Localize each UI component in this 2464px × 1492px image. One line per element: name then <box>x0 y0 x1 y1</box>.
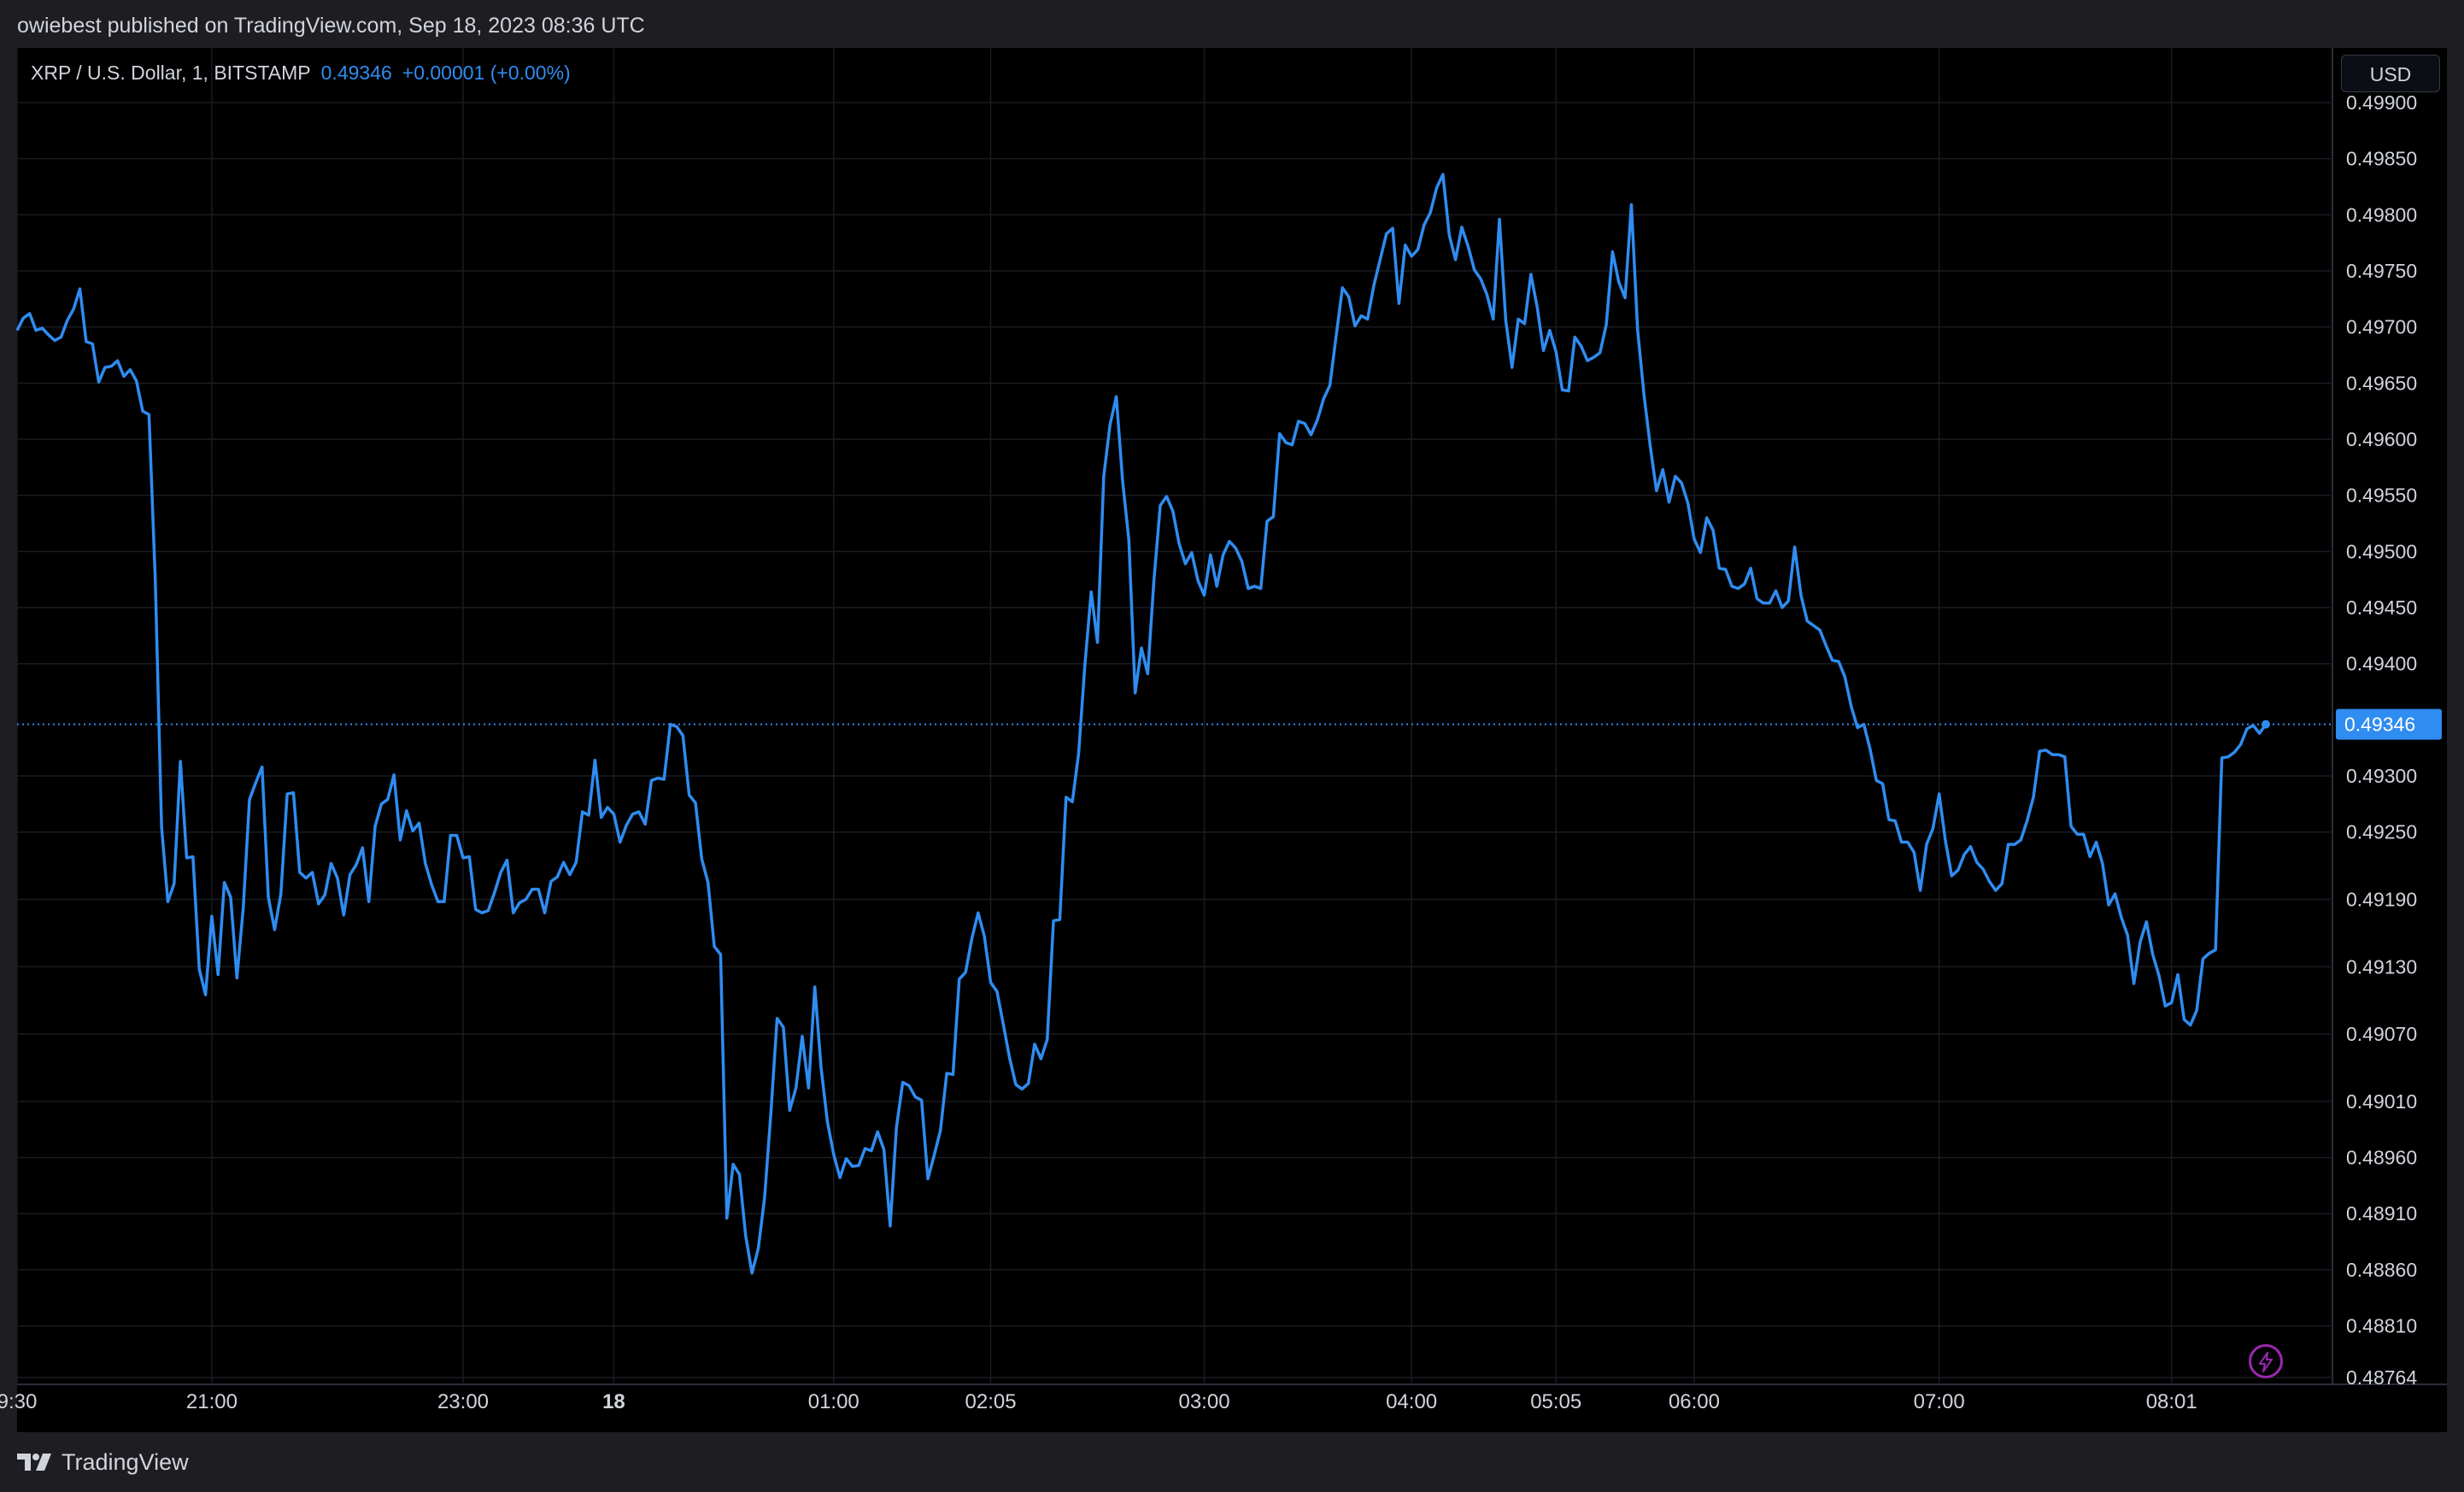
y-tick-label: 0.49650 <box>2346 372 2417 394</box>
x-tick-label: 05:05 <box>1530 1390 1581 1413</box>
brand-name: TradingView <box>62 1448 189 1475</box>
y-tick-label: 0.48910 <box>2346 1202 2417 1225</box>
price-axis: 0.49900 0.49850 0.49800 0.49750 0.49700 0.496… <box>2346 91 2417 1389</box>
y-tick-label: 0.48810 <box>2346 1315 2417 1337</box>
currency-button[interactable]: USD <box>2341 55 2440 92</box>
x-tick-label: 9:30 <box>0 1390 37 1413</box>
x-tick-label: 23:00 <box>437 1390 489 1413</box>
symbol-legend[interactable]: XRP / U.S. Dollar, 1, BITSTAMP 0.49346 +0.… <box>31 62 571 85</box>
x-tick-label: 01:00 <box>808 1390 859 1413</box>
symbol-title: XRP / U.S. Dollar, 1, BITSTAMP <box>31 62 311 84</box>
series-layer <box>15 173 2332 1275</box>
y-tick-label: 0.49900 <box>2346 91 2417 114</box>
y-tick-label: 0.49500 <box>2346 540 2417 562</box>
y-tick-label: 0.49190 <box>2346 889 2417 911</box>
x-tick-label: 18 <box>602 1390 625 1413</box>
x-tick-label: 02:05 <box>965 1390 1017 1413</box>
y-tick-label: 0.48960 <box>2346 1147 2417 1169</box>
y-tick-label: 0.49300 <box>2346 765 2417 787</box>
x-tick-label: 03:00 <box>1178 1390 1229 1413</box>
y-tick-label: 0.49700 <box>2346 316 2417 338</box>
lightning-icon[interactable] <box>2249 1344 2283 1378</box>
y-tick-label: 0.49550 <box>2346 485 2417 507</box>
time-axis: 9:30 21:00 23:00 18 01:00 02:05 03:00 04:00 05:0… <box>0 1390 2197 1413</box>
tradingview-logo-icon <box>17 1454 51 1471</box>
y-tick-label: 0.49130 <box>2346 955 2417 978</box>
legend-price-change: +0.00001 (+0.00%) <box>402 62 571 84</box>
y-tick-label: 0.49070 <box>2346 1023 2417 1045</box>
x-tick-label: 08:01 <box>2146 1390 2197 1413</box>
y-tick-label: 0.49400 <box>2346 653 2417 675</box>
tradingview-brand-link[interactable]: TradingView <box>17 1448 189 1477</box>
legend-last-price: 0.49346 <box>320 62 392 84</box>
y-tick-label: 0.49600 <box>2346 428 2417 450</box>
last-price-dot <box>2262 720 2270 729</box>
x-tick-label: 21:00 <box>186 1390 238 1413</box>
x-tick-label: 04:00 <box>1386 1390 1437 1413</box>
x-tick-label: 07:00 <box>1914 1390 1965 1413</box>
y-tick-label: 0.49750 <box>2346 260 2417 282</box>
y-tick-label: 0.49800 <box>2346 203 2417 226</box>
last-price-badge-label: 0.49346 <box>2344 714 2415 736</box>
x-tick-label: 06:00 <box>1669 1390 1720 1413</box>
footer-bar <box>0 1432 2464 1492</box>
y-tick-label: 0.49450 <box>2346 596 2417 619</box>
grid-lines <box>16 48 2447 1385</box>
y-tick-label: 0.49010 <box>2346 1090 2417 1113</box>
y-tick-label: 0.48764 <box>2346 1366 2417 1389</box>
y-tick-label: 0.48860 <box>2346 1259 2417 1281</box>
price-chart[interactable]: 0.49900 0.49850 0.49800 0.49750 0.49700 0.496… <box>0 0 2464 1492</box>
last-price-marker: 0.49346 <box>2336 708 2442 740</box>
y-tick-label: 0.49250 <box>2346 821 2417 843</box>
y-tick-label: 0.49850 <box>2346 148 2417 170</box>
